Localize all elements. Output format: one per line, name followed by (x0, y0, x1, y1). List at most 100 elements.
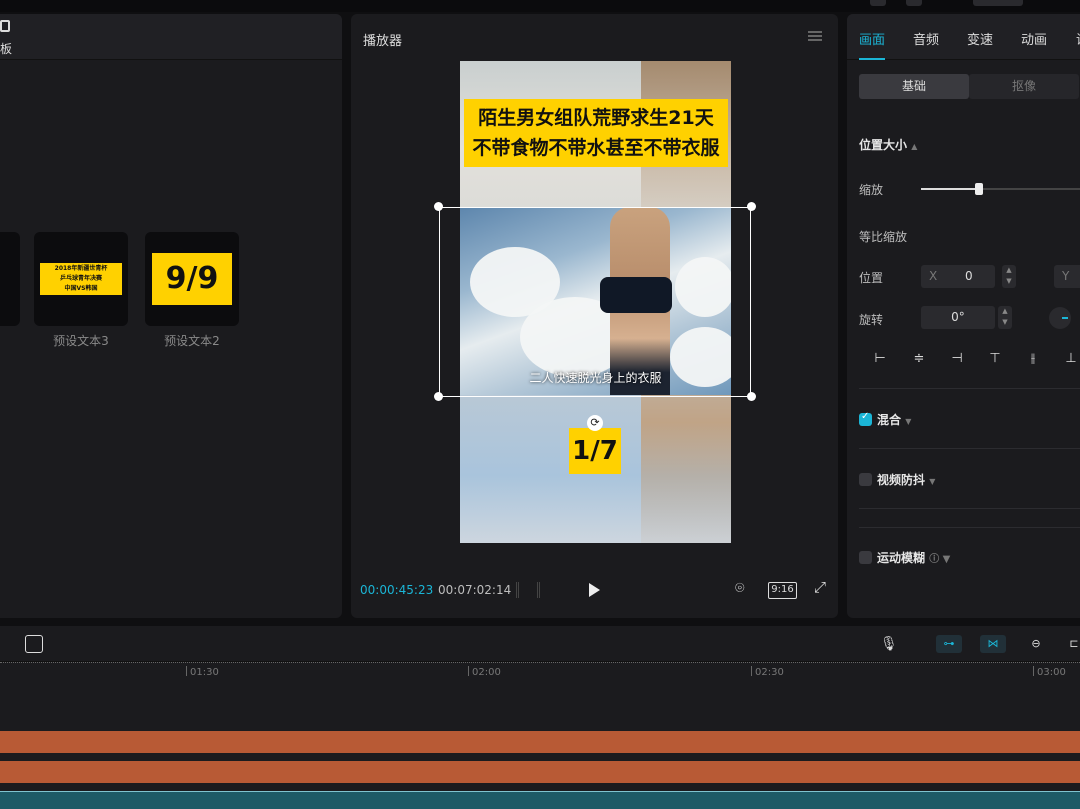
ruler-label: 02:00 (472, 667, 501, 678)
window-button[interactable] (906, 0, 922, 6)
scale-label: 缩放 (859, 183, 884, 197)
snap-icon[interactable]: ⋈ (980, 635, 1006, 653)
scale-slider-fill (921, 188, 979, 190)
divider (859, 448, 1080, 449)
motion-blur-toggle[interactable]: 运动模糊 ⓘ ▼ (877, 549, 950, 566)
ratio-button[interactable]: 9:16 (768, 582, 797, 599)
preset-card-2[interactable]: 9/9 (145, 232, 239, 326)
stabilize-toggle[interactable]: 视频防抖 ▼ (877, 471, 935, 488)
ruler-label: 03:00 (1037, 667, 1066, 678)
tab-audio[interactable]: 音频 (913, 29, 939, 48)
segment-cutout[interactable]: 抠像 (969, 74, 1079, 99)
chevron-down-icon: ▼ (905, 417, 912, 426)
asset-panel-header: 板 (0, 14, 342, 60)
align-top-icon[interactable]: ⊤ (987, 352, 1003, 366)
export-button[interactable] (973, 0, 1023, 6)
section-title: 位置大小 (859, 138, 908, 152)
blend-label: 混合 (877, 413, 902, 427)
thumb-line: 2018年新疆世青杯 (54, 265, 108, 272)
resize-handle[interactable] (747, 202, 756, 211)
ruler-tick (1033, 666, 1034, 676)
selection-frame[interactable] (439, 207, 751, 397)
preset-card[interactable] (0, 232, 20, 326)
rotation-stepper[interactable]: ▲ ▼ (998, 306, 1012, 329)
position-x-field[interactable]: X 0 (921, 265, 995, 288)
chevron-down-icon: ▼ (929, 477, 936, 486)
window-button[interactable] (870, 0, 886, 6)
divider (859, 508, 1080, 509)
position-y-field[interactable]: Y (1054, 265, 1080, 288)
rotation-label: 旋转 (859, 313, 884, 327)
divider (859, 388, 1080, 389)
rotate-handle-icon[interactable]: ⟳ (587, 415, 603, 431)
resize-handle[interactable] (434, 392, 443, 401)
link-clips-icon[interactable]: ⊶ (936, 635, 962, 653)
title-banner[interactable]: 陌生男女组队荒野求生21天 不带食物不带水甚至不带衣服 (464, 99, 728, 167)
align-center-h-icon[interactable]: ≑ (911, 352, 927, 366)
page-badge[interactable]: 1/7 (569, 428, 621, 474)
position-x-value: 0 (965, 269, 973, 283)
ruler-tick (186, 666, 187, 676)
rotation-field[interactable]: 0° (921, 306, 995, 329)
align-right-icon[interactable]: ⊣ (949, 352, 965, 366)
blend-toggle[interactable]: 混合 ▼ (877, 411, 911, 428)
tab-speed[interactable]: 变速 (967, 29, 993, 48)
template-icon[interactable] (0, 20, 10, 32)
preset-card-3[interactable]: 2018年新疆世青杯 乒乓球青年决赛 中国VS韩国 (34, 232, 128, 326)
microphone-icon[interactable]: 🎙 (880, 635, 898, 653)
menu-icon[interactable] (808, 31, 822, 41)
motion-blur-label: 运动模糊 (877, 551, 926, 565)
align-left-icon[interactable]: ⊢ (872, 352, 888, 366)
more-icon[interactable]: ⊏ (1068, 635, 1080, 653)
segment-basic[interactable]: 基础 (859, 74, 969, 99)
image-icon[interactable] (25, 635, 43, 653)
play-icon[interactable] (589, 583, 600, 597)
tab-animation[interactable]: 动画 (1021, 29, 1047, 48)
grid-icon[interactable] (516, 582, 540, 598)
time-ruler[interactable]: 01:30 02:00 02:30 03:00 (0, 662, 1080, 684)
tab-canvas[interactable]: 画面 (859, 29, 885, 48)
chain-icon[interactable]: ⊖ (1025, 635, 1047, 653)
ruler-tick (468, 666, 469, 676)
preset-thumbnail: 2018年新疆世青杯 乒乓球青年决赛 中国VS韩国 (40, 263, 122, 295)
ruler-label: 02:30 (755, 667, 784, 678)
rotation-dial[interactable] (1049, 307, 1071, 329)
resize-handle[interactable] (747, 392, 756, 401)
banner-line-1: 陌生男女组队荒野求生21天 (478, 107, 714, 129)
scale-slider[interactable] (921, 183, 1080, 195)
stabilize-label: 视频防抖 (877, 473, 926, 487)
screenshot-icon[interactable]: ⌾ (735, 578, 745, 598)
x-axis-label: X (929, 269, 938, 283)
y-axis-label: Y (1062, 269, 1070, 283)
inspector-tabs: 画面 音频 变速 动画 调 (847, 14, 1080, 60)
text-track-clip[interactable] (0, 761, 1080, 783)
timeline-toolbar: 🎙 ⊶ ⋈ ⊖ ⊏ (0, 626, 1080, 662)
section-position-size[interactable]: 位置大小 ▲ (859, 136, 917, 153)
player-title: 播放器 (363, 34, 403, 49)
align-center-v-icon[interactable]: ⫲ (1025, 352, 1041, 366)
position-x-stepper[interactable]: ▲ ▼ (1002, 265, 1016, 288)
asset-panel-title: 板 (0, 42, 13, 56)
scale-slider-knob[interactable] (975, 183, 983, 195)
total-time: 00:07:02:14 (438, 583, 512, 597)
ruler-label: 01:30 (190, 667, 219, 678)
asset-panel: 板 2018年新疆世青杯 乒乓球青年决赛 中国VS韩国 预设文本3 9/9 预设… (0, 14, 342, 618)
position-label: 位置 (859, 271, 884, 285)
blend-checkbox[interactable] (859, 411, 872, 426)
current-time: 00:00:45:23 (360, 583, 434, 597)
align-bottom-icon[interactable]: ⊥ (1063, 352, 1079, 366)
thumb-line: 中国VS韩国 (64, 285, 98, 292)
resize-handle[interactable] (434, 202, 443, 211)
text-track-clip[interactable] (0, 731, 1080, 753)
tab-indicator (859, 58, 885, 60)
player-panel: 播放器 陌生男女组队荒野求生21天 不带食物不带水甚至不带衣服 二人快速脱光身上… (351, 14, 838, 618)
tab-adjust[interactable]: 调 (1076, 29, 1080, 48)
chevron-up-icon: ▲ (911, 142, 918, 151)
motion-blur-checkbox[interactable] (859, 551, 872, 564)
divider (859, 527, 1080, 528)
video-track-clip[interactable] (0, 791, 1080, 809)
fullscreen-icon[interactable]: ⤢ (814, 578, 826, 596)
thumb-line: 乒乓球青年决赛 (59, 275, 102, 282)
help-icon[interactable]: ⓘ ▼ (929, 554, 950, 565)
stabilize-checkbox[interactable] (859, 473, 872, 486)
